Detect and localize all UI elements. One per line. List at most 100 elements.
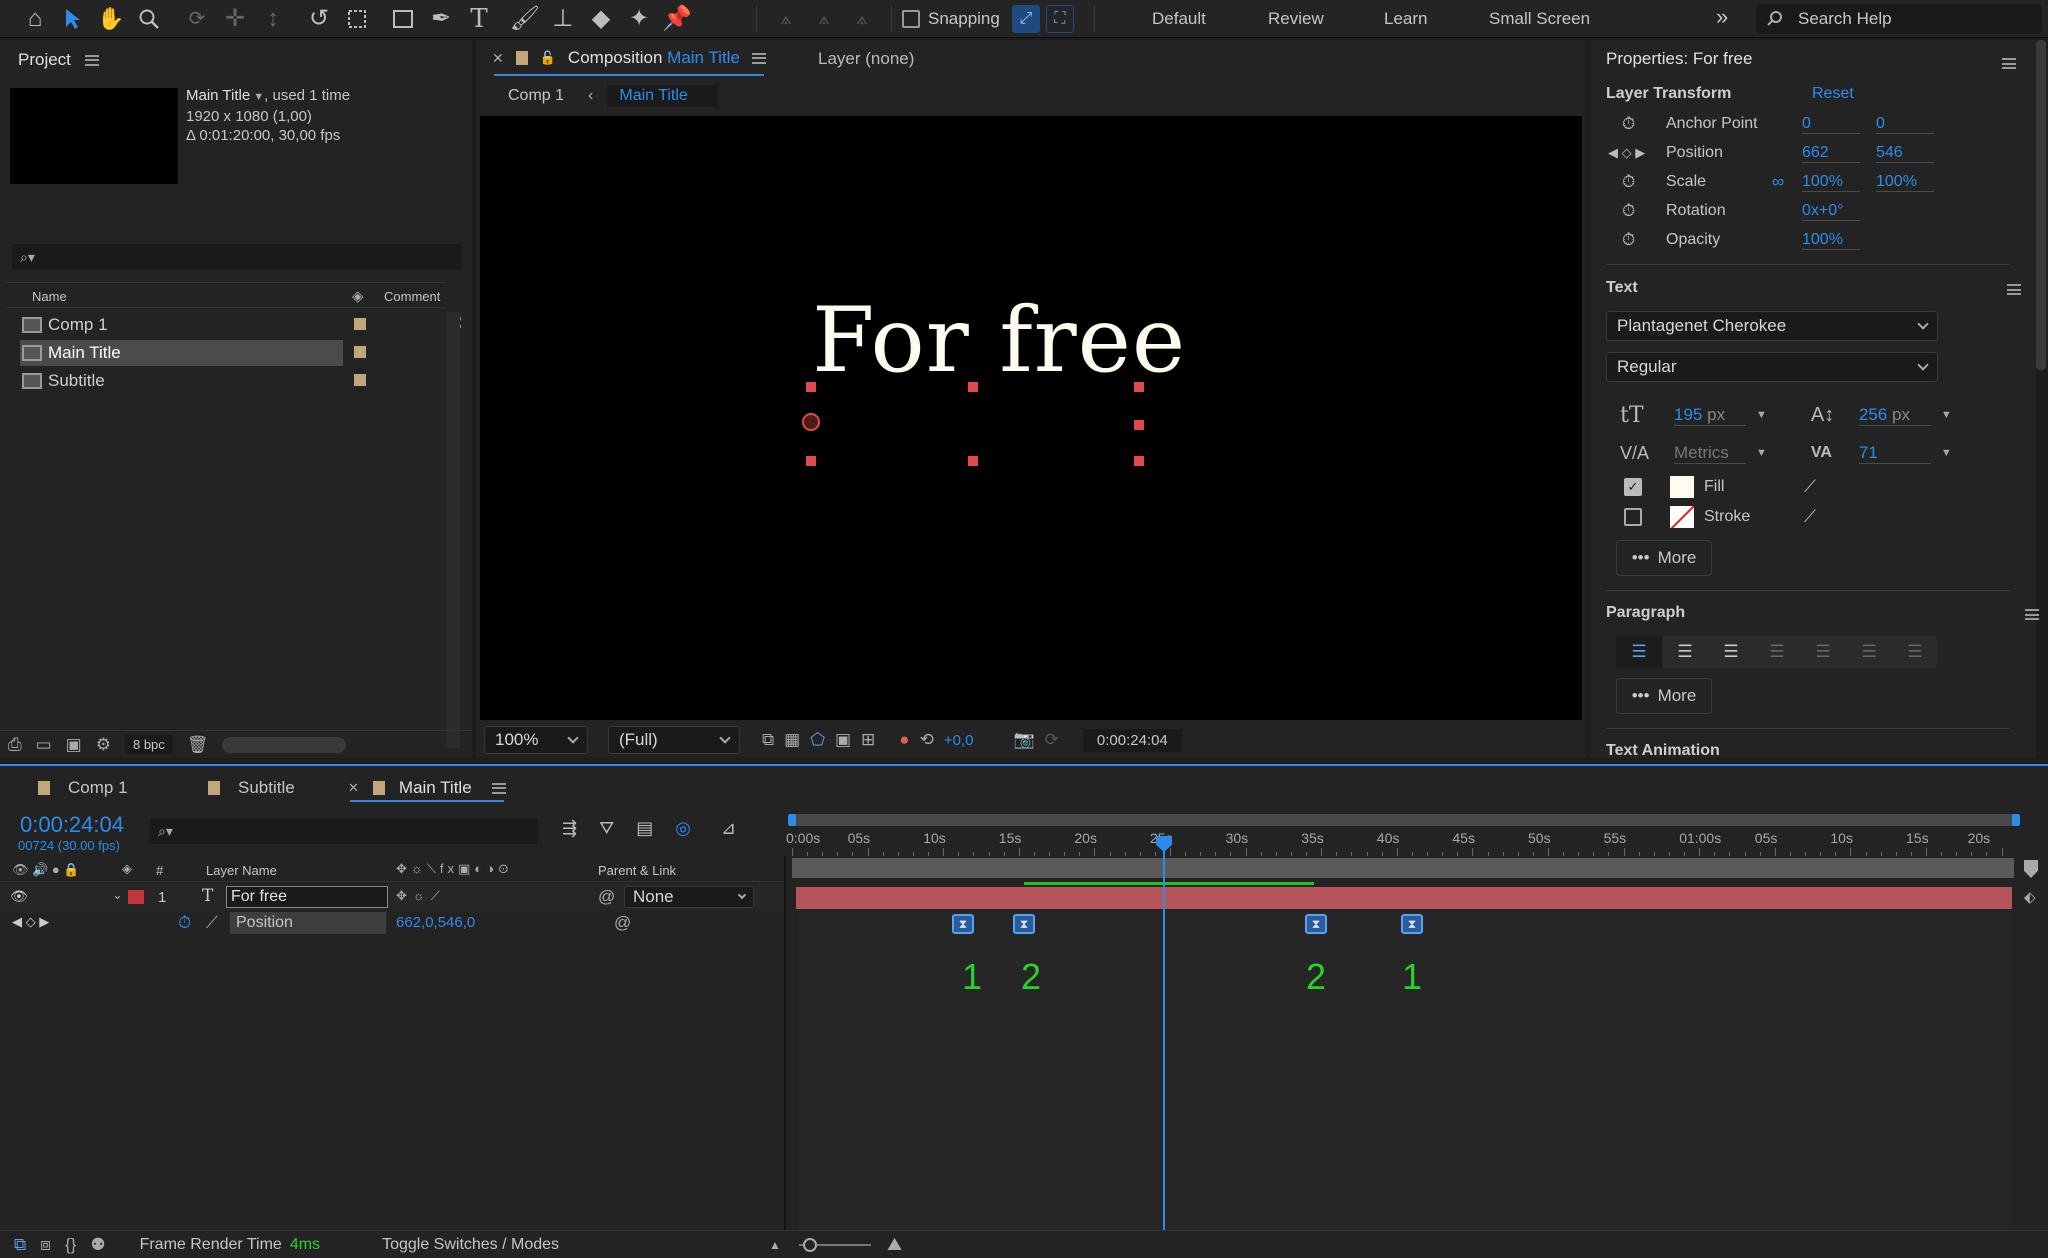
- layer-row[interactable]: 👁 ⌄ 1 T For free ✥☼⟋ @ None: [0, 884, 784, 910]
- text-more-button[interactable]: ••• More: [1616, 540, 1712, 576]
- panel-menu-icon[interactable]: [491, 782, 506, 794]
- eraser-icon[interactable]: ◆: [582, 0, 620, 38]
- composition-canvas[interactable]: For free: [480, 116, 1582, 720]
- transform-handle[interactable]: [1134, 456, 1144, 466]
- search-help-box[interactable]: Search Help: [1756, 4, 2042, 34]
- section-menu-icon[interactable]: [2006, 284, 2021, 295]
- graph-editor-icon[interactable]: ⊿: [721, 818, 736, 839]
- brush-icon[interactable]: 🖌: [506, 0, 544, 38]
- breadcrumb-comp-1[interactable]: Comp 1: [498, 87, 574, 105]
- justify-left-icon[interactable]: ☰: [1754, 642, 1800, 662]
- property-value[interactable]: 662,0,546,0: [396, 914, 475, 931]
- align-right-icon[interactable]: ☰: [1708, 642, 1754, 662]
- channel-icon[interactable]: ●: [899, 730, 909, 750]
- font-family-dropdown[interactable]: Plantagenet Cherokee: [1606, 311, 1938, 341]
- stroke-checkbox[interactable]: [1624, 508, 1642, 526]
- fill-checkbox[interactable]: ✓: [1624, 478, 1642, 496]
- caret-down-icon[interactable]: ▼: [250, 91, 264, 103]
- opacity-field[interactable]: 100: [1802, 231, 1829, 248]
- layer-name-field[interactable]: For free: [226, 886, 388, 908]
- project-zoom-slider[interactable]: [222, 736, 347, 753]
- parent-dropdown[interactable]: None: [624, 886, 754, 908]
- keyframe[interactable]: ⧗: [1013, 914, 1035, 934]
- scale-x-field[interactable]: 100: [1802, 173, 1829, 190]
- transparency-grid-icon[interactable]: ▦: [784, 730, 800, 750]
- magnification-dropdown[interactable]: 100%: [484, 726, 588, 754]
- region-icon[interactable]: [338, 0, 376, 38]
- font-style-dropdown[interactable]: Regular: [1606, 352, 1938, 382]
- transform-handle[interactable]: [806, 382, 816, 392]
- rotate-icon[interactable]: ↺: [300, 0, 338, 38]
- leading-field[interactable]: 256: [1859, 405, 1887, 424]
- layer-switches-icon[interactable]: ⧉: [14, 1235, 26, 1255]
- transform-handle[interactable]: [968, 382, 978, 392]
- snap-features-icon[interactable]: ⛶: [1045, 4, 1074, 33]
- label-swatch[interactable]: [354, 374, 366, 386]
- zoom-out-icon[interactable]: ▲: [769, 1238, 781, 1252]
- axis-view-icon[interactable]: ⟑: [843, 0, 881, 38]
- transform-handle[interactable]: [968, 456, 978, 466]
- eye-icon[interactable]: 👁: [10, 888, 28, 905]
- label-tag-icon[interactable]: ◈: [352, 287, 364, 305]
- stretch-icon[interactable]: ⚉: [90, 1235, 105, 1255]
- fast-previews-icon[interactable]: ⧉: [762, 730, 774, 750]
- region-of-interest-icon[interactable]: ▣: [835, 730, 851, 750]
- hand-icon[interactable]: ✋: [92, 0, 130, 38]
- stopwatch-icon[interactable]: ⏱: [1622, 201, 1646, 221]
- keyframe-navigator-icon[interactable]: ◀ ◇ ▶: [12, 914, 49, 930]
- chevron-double-right-icon[interactable]: »: [1716, 4, 1728, 30]
- roto-brush-icon[interactable]: ✦: [620, 0, 658, 38]
- anchor-y-field[interactable]: 0: [1876, 115, 1934, 134]
- stopwatch-icon[interactable]: ⏱: [1622, 230, 1646, 250]
- pan-behind-icon[interactable]: ✛: [216, 0, 254, 38]
- col-name[interactable]: Name: [32, 289, 67, 304]
- project-item[interactable]: Comp 1 ⌘: [22, 312, 463, 338]
- track-z-icon[interactable]: ↕: [254, 0, 292, 38]
- close-icon[interactable]: ✕: [492, 50, 504, 67]
- home-icon[interactable]: ⌂: [16, 0, 54, 38]
- transform-handle[interactable]: [806, 456, 816, 466]
- transform-reset-link[interactable]: Reset: [1812, 85, 1854, 103]
- tracking-field[interactable]: 71: [1858, 443, 1931, 464]
- stroke-color-swatch[interactable]: [1670, 506, 1694, 528]
- layer-viewer-tab[interactable]: Layer (none): [818, 49, 914, 69]
- text-icon[interactable]: T: [460, 0, 498, 38]
- grid-guides-icon[interactable]: ⊞: [861, 730, 875, 750]
- zoom-in-icon[interactable]: ⛰: [887, 1234, 902, 1255]
- resolution-dropdown[interactable]: (Full): [608, 726, 740, 754]
- selection-arrow-icon[interactable]: [54, 0, 92, 38]
- chevron-down-icon[interactable]: ▼: [1941, 447, 1952, 459]
- pickwhip-icon[interactable]: @: [598, 887, 615, 907]
- keyframe-nav-icon[interactable]: ◀ ◇ ▶: [1608, 145, 1660, 161]
- constrain-proportions-icon[interactable]: ∞: [1772, 172, 1802, 192]
- col-parent-link[interactable]: Parent & Link: [598, 863, 676, 878]
- paragraph-more-button[interactable]: ••• More: [1616, 678, 1712, 714]
- workspace-review[interactable]: Review: [1268, 9, 1324, 29]
- scale-y-field[interactable]: 100: [1876, 173, 1903, 190]
- timeline-search-input[interactable]: ⌕▾: [150, 818, 538, 844]
- workspace-default[interactable]: Default: [1152, 9, 1206, 29]
- stopwatch-icon[interactable]: ⏱: [1622, 114, 1646, 134]
- bpc-badge[interactable]: 8 bpc: [124, 735, 173, 754]
- font-size-field[interactable]: 195: [1674, 405, 1702, 424]
- chevron-down-icon[interactable]: ▼: [1756, 409, 1767, 421]
- frame-blending-icon[interactable]: ▤: [636, 818, 653, 839]
- puppet-pin-icon[interactable]: 📌: [658, 0, 696, 38]
- lock-icon[interactable]: 🔓: [540, 50, 556, 66]
- trash-icon[interactable]: 🗑: [187, 735, 209, 755]
- pen-icon[interactable]: ✒: [422, 0, 460, 38]
- eyedropper-icon[interactable]: ⟋: [1804, 507, 1816, 527]
- label-swatch[interactable]: [354, 346, 366, 358]
- property-row[interactable]: ◀ ◇ ▶ ⏱ ⟋ Position 662,0,546,0 @: [0, 910, 784, 936]
- properties-scrollbar[interactable]: [2036, 40, 2046, 370]
- breadcrumb-main-title[interactable]: Main Title: [607, 85, 718, 107]
- kerning-field[interactable]: Metrics: [1674, 443, 1746, 464]
- workspace-small-screen[interactable]: Small Screen: [1489, 9, 1590, 29]
- zoom-slider-knob[interactable]: [802, 1237, 817, 1252]
- project-item[interactable]: Main Title: [22, 340, 442, 366]
- section-menu-icon[interactable]: [2025, 609, 2040, 620]
- project-scrollbar[interactable]: [446, 312, 460, 748]
- transfer-controls-icon[interactable]: ⧈: [40, 1235, 51, 1255]
- keyframe[interactable]: ⧗: [952, 914, 974, 934]
- mask-visibility-icon[interactable]: ⬠: [810, 730, 825, 750]
